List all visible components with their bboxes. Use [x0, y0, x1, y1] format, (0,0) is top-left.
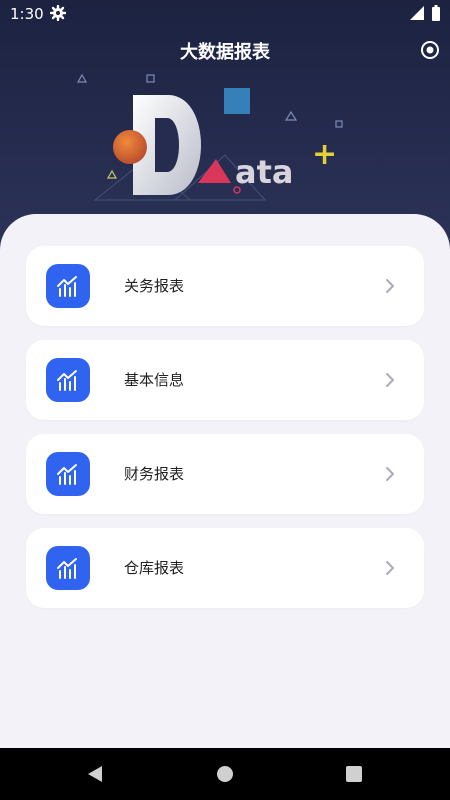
- data-banner-illustration: ata +: [76, 73, 343, 201]
- chart-icon: [46, 546, 90, 590]
- status-time: 1:30: [10, 5, 44, 23]
- system-nav-bar: [0, 748, 450, 800]
- back-icon[interactable]: [86, 765, 104, 783]
- chevron-right-icon: [386, 467, 394, 481]
- chevron-right-icon: [386, 561, 394, 575]
- menu-item-warehouse-report[interactable]: 仓库报表: [26, 528, 424, 608]
- svg-text:ata: ata: [235, 153, 293, 191]
- menu-item-customs-report[interactable]: 关务报表: [26, 246, 424, 326]
- menu-sheet: 关务报表 基本信息 财务报表 仓库报表: [0, 214, 450, 748]
- chevron-right-icon: [386, 279, 394, 293]
- home-icon[interactable]: [217, 766, 233, 782]
- chart-icon: [46, 452, 90, 496]
- menu-item-basic-info[interactable]: 基本信息: [26, 340, 424, 420]
- chart-icon: [46, 264, 90, 308]
- target-icon[interactable]: [420, 40, 440, 60]
- menu-item-label: 关务报表: [124, 277, 185, 295]
- settings-gear-icon: [50, 5, 66, 21]
- menu-item-finance-report[interactable]: 财务报表: [26, 434, 424, 514]
- battery-icon: [432, 5, 440, 21]
- recent-apps-icon[interactable]: [346, 766, 362, 782]
- signal-icon: [410, 6, 424, 20]
- chart-icon: [46, 358, 90, 402]
- menu-item-label: 仓库报表: [124, 559, 185, 577]
- menu-item-label: 基本信息: [124, 371, 185, 389]
- svg-text:+: +: [312, 137, 337, 172]
- status-bar: 1:30: [0, 0, 450, 28]
- chevron-right-icon: [386, 373, 394, 387]
- menu-item-label: 财务报表: [124, 465, 185, 483]
